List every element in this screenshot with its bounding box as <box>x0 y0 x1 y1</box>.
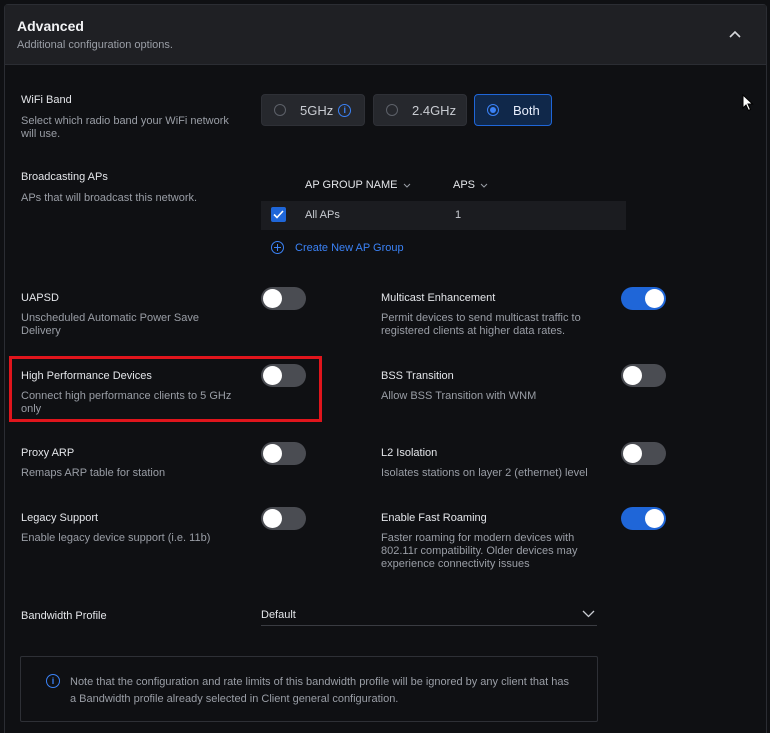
ap-group-name: All APs <box>305 209 340 221</box>
l2-isolation-description: Isolates stations on layer 2 (ethernet) … <box>381 467 588 479</box>
legacy-support-description: Enable legacy device support (i.e. 11b) <box>21 532 211 544</box>
section-subtitle: Additional configuration options. <box>17 39 173 51</box>
toggle-knob <box>645 509 664 528</box>
toggle-knob <box>645 289 664 308</box>
chevron-down-icon <box>480 183 488 188</box>
toggle-knob <box>623 366 642 385</box>
proxy-arp-label: Proxy ARP <box>21 447 75 459</box>
fast-roaming-label: Enable Fast Roaming <box>381 512 487 524</box>
proxy-arp-toggle[interactable] <box>261 442 306 465</box>
band-option-both[interactable]: Both <box>474 94 552 126</box>
column-header-aps[interactable]: APS <box>453 179 488 191</box>
uapsd-toggle[interactable] <box>261 287 306 310</box>
checkmark-icon <box>273 210 284 219</box>
bss-transition-toggle[interactable] <box>621 364 666 387</box>
multicast-enhancement-description: Permit devices to send multicast traffic… <box>381 312 581 337</box>
plus-circle-icon <box>271 241 284 254</box>
broadcasting-aps-label: Broadcasting APs <box>21 171 108 183</box>
column-header-label: AP GROUP NAME <box>305 179 398 191</box>
l2-isolation-label: L2 Isolation <box>381 447 438 459</box>
band-option-label: 5GHz <box>300 102 334 118</box>
section-title: Advanced <box>17 18 84 34</box>
broadcasting-aps-description: APs that will broadcast this network. <box>21 192 198 204</box>
bandwidth-profile-select[interactable]: Default <box>261 604 597 626</box>
bss-transition-label: BSS Transition <box>381 370 454 382</box>
wifi-band-label: WiFi Band <box>21 94 72 106</box>
l2-isolation-toggle[interactable] <box>621 442 666 465</box>
advanced-section-header[interactable]: Advanced Additional configuration option… <box>5 5 766 65</box>
ap-group-checkbox[interactable] <box>271 207 286 222</box>
band-option-label: 2.4GHz <box>412 102 457 118</box>
chevron-down-icon <box>403 183 410 188</box>
band-option-5ghz[interactable]: 5GHz i <box>261 94 365 126</box>
ap-group-count: 1 <box>455 209 462 221</box>
chevron-down-icon <box>582 610 595 618</box>
radio-icon <box>386 104 398 116</box>
radio-icon <box>274 104 286 116</box>
info-icon[interactable]: i <box>338 103 352 117</box>
info-icon: i <box>46 674 60 688</box>
proxy-arp-description: Remaps ARP table for station <box>21 467 166 479</box>
bandwidth-note-box: i Note that the configuration and rate l… <box>20 656 598 722</box>
fast-roaming-toggle[interactable] <box>621 507 666 530</box>
toggle-knob <box>263 444 282 463</box>
toggle-knob <box>263 289 282 308</box>
chevron-up-icon[interactable] <box>726 25 744 43</box>
uapsd-label: UAPSD <box>21 292 59 304</box>
bandwidth-profile-label: Bandwidth Profile <box>21 610 107 622</box>
legacy-support-label: Legacy Support <box>21 512 99 524</box>
legacy-support-toggle[interactable] <box>261 507 306 530</box>
radio-selected-icon <box>487 104 499 116</box>
wifi-band-description: Select which radio band your WiFi networ… <box>21 115 229 140</box>
uapsd-description: Unscheduled Automatic Power Save Deliver… <box>21 312 199 337</box>
toggle-knob <box>263 509 282 528</box>
multicast-enhancement-toggle[interactable] <box>621 287 666 310</box>
toggle-knob <box>263 366 282 385</box>
bss-transition-description: Allow BSS Transition with WNM <box>381 390 537 402</box>
toggle-knob <box>623 444 642 463</box>
fast-roaming-description: Faster roaming for modern devices with 8… <box>381 532 578 570</box>
high-performance-devices-label: High Performance Devices <box>21 370 152 382</box>
column-header-label: APS <box>453 179 476 191</box>
high-performance-devices-description: Connect high performance clients to 5 GH… <box>21 390 232 415</box>
create-ap-group-link[interactable]: Create New AP Group <box>271 241 404 254</box>
multicast-enhancement-label: Multicast Enhancement <box>381 292 496 304</box>
mouse-cursor-icon <box>742 94 754 112</box>
high-performance-devices-toggle[interactable] <box>261 364 306 387</box>
note-text: Note that the configuration and rate lim… <box>70 676 569 705</box>
bandwidth-profile-value: Default <box>261 609 296 621</box>
create-ap-group-label: Create New AP Group <box>295 241 404 254</box>
column-header-ap-group-name[interactable]: AP GROUP NAME <box>305 179 411 191</box>
band-option-2-4ghz[interactable]: 2.4GHz <box>373 94 467 126</box>
band-option-label: Both <box>513 102 540 118</box>
